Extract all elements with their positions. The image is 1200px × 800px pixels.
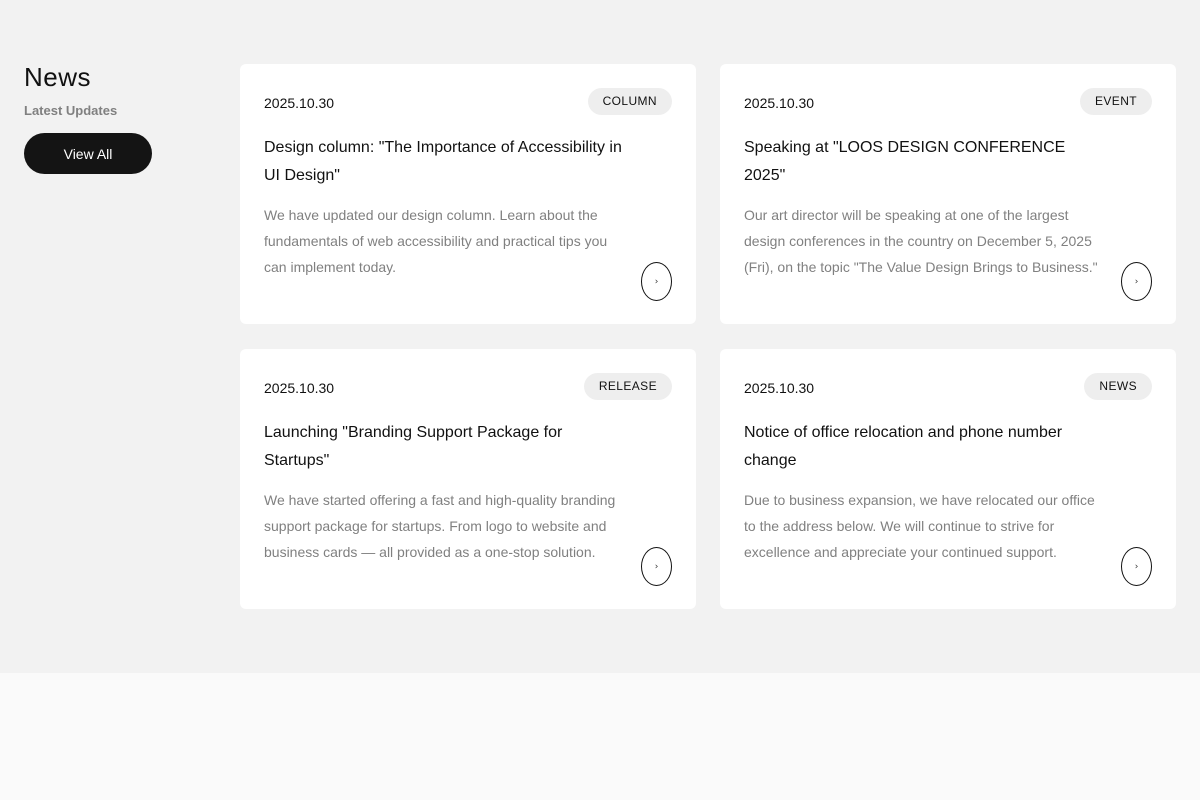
chevron-right-icon: ›: [654, 276, 659, 287]
news-card[interactable]: 2025.10.30 NEWS Notice of office relocat…: [720, 349, 1176, 609]
news-section: News Latest Updates View All 2025.10.30 …: [0, 0, 1200, 673]
view-all-button[interactable]: View All: [24, 133, 152, 174]
news-subheading: Latest Updates: [24, 103, 118, 118]
card-category-badge: COLUMN: [587, 88, 672, 115]
news-card[interactable]: 2025.10.30 EVENT Speaking at "LOOS DESIG…: [720, 64, 1176, 324]
card-arrow-button[interactable]: ›: [641, 262, 672, 301]
card-date: 2025.10.30: [744, 380, 815, 396]
card-arrow-button[interactable]: ›: [1121, 547, 1152, 586]
card-date: 2025.10.30: [264, 95, 335, 111]
card-excerpt: Our art director will be speaking at one…: [744, 207, 1098, 275]
news-card[interactable]: 2025.10.30 COLUMN Design column: "The Im…: [240, 64, 696, 324]
chevron-right-icon: ›: [654, 561, 659, 572]
card-title[interactable]: Design column: "The Importance of Access…: [264, 134, 629, 190]
card-date: 2025.10.30: [264, 380, 335, 396]
card-excerpt: We have started offering a fast and high…: [264, 492, 616, 560]
card-category-badge: EVENT: [1079, 88, 1152, 115]
card-title[interactable]: Launching "Branding Support Package for …: [264, 419, 629, 475]
card-category-badge: NEWS: [1084, 373, 1152, 400]
card-title[interactable]: Speaking at "LOOS DESIGN CONFERENCE 2025…: [744, 134, 1109, 190]
card-excerpt: Due to business expansion, we have reloc…: [744, 492, 1095, 560]
chevron-right-icon: ›: [1134, 561, 1139, 572]
news-sidebar: News Latest Updates View All: [24, 62, 224, 174]
card-excerpt: We have updated our design column. Learn…: [264, 207, 608, 275]
card-arrow-button[interactable]: ›: [1121, 262, 1152, 301]
card-date: 2025.10.30: [744, 95, 815, 111]
news-heading: News: [24, 62, 92, 92]
card-title[interactable]: Notice of office relocation and phone nu…: [744, 419, 1109, 475]
card-arrow-button[interactable]: ›: [641, 547, 672, 586]
news-card[interactable]: 2025.10.30 RELEASE Launching "Branding S…: [240, 349, 696, 609]
footer-area: [0, 673, 1200, 800]
chevron-right-icon: ›: [1134, 276, 1139, 287]
card-category-badge: RELEASE: [583, 373, 672, 400]
